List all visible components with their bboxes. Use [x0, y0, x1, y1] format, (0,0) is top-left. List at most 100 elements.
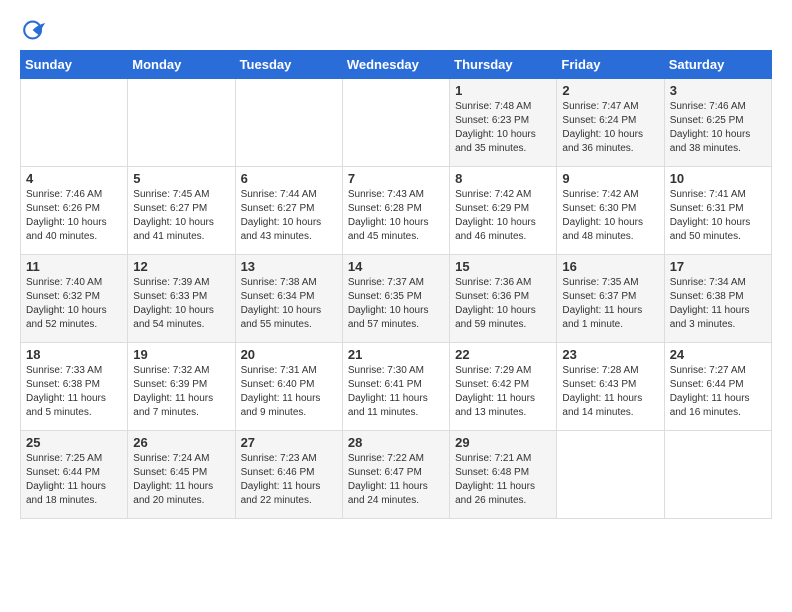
day-number: 12	[133, 259, 229, 274]
logo-icon	[20, 16, 48, 44]
day-number: 18	[26, 347, 122, 362]
week-row-3: 18 Sunrise: 7:33 AM Sunset: 6:38 PM Dayli…	[21, 343, 772, 431]
day-number: 6	[241, 171, 337, 186]
day-info: Sunrise: 7:31 AM Sunset: 6:40 PM Dayligh…	[241, 364, 337, 420]
header	[20, 16, 772, 44]
calendar-cell: 3Sunrise: 7:46 AM Sunset: 6:25 PM Daylig…	[664, 79, 771, 167]
day-number: 19	[133, 347, 229, 362]
day-number: 26	[133, 435, 229, 450]
calendar-cell: 28 Sunrise: 7:22 AM Sunset: 6:47 PM Dayli…	[342, 431, 449, 519]
day-number: 24	[670, 347, 766, 362]
calendar-cell: 16 Sunrise: 7:35 AM Sunset: 6:37 PM Dayli…	[557, 255, 664, 343]
calendar-cell: 10Sunrise: 7:41 AM Sunset: 6:31 PM Dayli…	[664, 167, 771, 255]
weekday-header-thursday: Thursday	[450, 51, 557, 79]
weekday-header-tuesday: Tuesday	[235, 51, 342, 79]
calendar-cell: 22 Sunrise: 7:29 AM Sunset: 6:42 PM Dayli…	[450, 343, 557, 431]
day-info: Sunrise: 7:24 AM Sunset: 6:45 PM Dayligh…	[133, 452, 229, 508]
day-info: Sunrise: 7:22 AM Sunset: 6:47 PM Dayligh…	[348, 452, 444, 508]
day-info: Sunrise: 7:41 AM Sunset: 6:31 PM Dayligh…	[670, 188, 766, 244]
calendar-cell	[21, 79, 128, 167]
day-number: 21	[348, 347, 444, 362]
day-info: Sunrise: 7:47 AM Sunset: 6:24 PM Dayligh…	[562, 100, 658, 156]
day-info: Sunrise: 7:29 AM Sunset: 6:42 PM Dayligh…	[455, 364, 551, 420]
day-number: 13	[241, 259, 337, 274]
calendar-cell	[342, 79, 449, 167]
calendar-cell: 25 Sunrise: 7:25 AM Sunset: 6:44 PM Dayli…	[21, 431, 128, 519]
day-info: Sunrise: 7:30 AM Sunset: 6:41 PM Dayligh…	[348, 364, 444, 420]
day-number: 29	[455, 435, 551, 450]
day-number: 16	[562, 259, 658, 274]
day-info: Sunrise: 7:45 AM Sunset: 6:27 PM Dayligh…	[133, 188, 229, 244]
day-number: 9	[562, 171, 658, 186]
weekday-header-sunday: Sunday	[21, 51, 128, 79]
day-info: Sunrise: 7:25 AM Sunset: 6:44 PM Dayligh…	[26, 452, 122, 508]
day-number: 23	[562, 347, 658, 362]
calendar-cell: 20 Sunrise: 7:31 AM Sunset: 6:40 PM Dayli…	[235, 343, 342, 431]
weekday-header-saturday: Saturday	[664, 51, 771, 79]
calendar-cell: 6 Sunrise: 7:44 AM Sunset: 6:27 PM Daylig…	[235, 167, 342, 255]
day-number: 28	[348, 435, 444, 450]
day-info: Sunrise: 7:36 AM Sunset: 6:36 PM Dayligh…	[455, 276, 551, 332]
day-number: 5	[133, 171, 229, 186]
calendar-cell: 13 Sunrise: 7:38 AM Sunset: 6:34 PM Dayli…	[235, 255, 342, 343]
day-info: Sunrise: 7:42 AM Sunset: 6:29 PM Dayligh…	[455, 188, 551, 244]
calendar-cell	[557, 431, 664, 519]
day-info: Sunrise: 7:37 AM Sunset: 6:35 PM Dayligh…	[348, 276, 444, 332]
day-number: 11	[26, 259, 122, 274]
day-number: 1	[455, 83, 551, 98]
day-number: 17	[670, 259, 766, 274]
day-info: Sunrise: 7:38 AM Sunset: 6:34 PM Dayligh…	[241, 276, 337, 332]
weekday-header-monday: Monday	[128, 51, 235, 79]
day-number: 4	[26, 171, 122, 186]
calendar-cell: 8 Sunrise: 7:42 AM Sunset: 6:29 PM Daylig…	[450, 167, 557, 255]
day-number: 25	[26, 435, 122, 450]
calendar-cell	[664, 431, 771, 519]
day-number: 8	[455, 171, 551, 186]
day-info: Sunrise: 7:32 AM Sunset: 6:39 PM Dayligh…	[133, 364, 229, 420]
day-info: Sunrise: 7:23 AM Sunset: 6:46 PM Dayligh…	[241, 452, 337, 508]
day-info: Sunrise: 7:46 AM Sunset: 6:26 PM Dayligh…	[26, 188, 122, 244]
calendar-cell	[128, 79, 235, 167]
calendar-cell: 11 Sunrise: 7:40 AM Sunset: 6:32 PM Dayli…	[21, 255, 128, 343]
day-info: Sunrise: 7:46 AM Sunset: 6:25 PM Dayligh…	[670, 100, 766, 156]
day-info: Sunrise: 7:42 AM Sunset: 6:30 PM Dayligh…	[562, 188, 658, 244]
weekday-header-row: SundayMondayTuesdayWednesdayThursdayFrid…	[21, 51, 772, 79]
calendar-cell: 29Sunrise: 7:21 AM Sunset: 6:48 PM Dayli…	[450, 431, 557, 519]
day-info: Sunrise: 7:27 AM Sunset: 6:44 PM Dayligh…	[670, 364, 766, 420]
calendar-cell: 5 Sunrise: 7:45 AM Sunset: 6:27 PM Daylig…	[128, 167, 235, 255]
day-number: 20	[241, 347, 337, 362]
calendar-table: SundayMondayTuesdayWednesdayThursdayFrid…	[20, 50, 772, 519]
week-row-0: 1 Sunrise: 7:48 AM Sunset: 6:23 PM Daylig…	[21, 79, 772, 167]
calendar-cell: 21 Sunrise: 7:30 AM Sunset: 6:41 PM Dayli…	[342, 343, 449, 431]
calendar-cell: 18 Sunrise: 7:33 AM Sunset: 6:38 PM Dayli…	[21, 343, 128, 431]
weekday-header-wednesday: Wednesday	[342, 51, 449, 79]
day-number: 14	[348, 259, 444, 274]
calendar-cell: 19 Sunrise: 7:32 AM Sunset: 6:39 PM Dayli…	[128, 343, 235, 431]
calendar-cell: 12 Sunrise: 7:39 AM Sunset: 6:33 PM Dayli…	[128, 255, 235, 343]
day-info: Sunrise: 7:40 AM Sunset: 6:32 PM Dayligh…	[26, 276, 122, 332]
day-number: 22	[455, 347, 551, 362]
calendar-cell: 4 Sunrise: 7:46 AM Sunset: 6:26 PM Daylig…	[21, 167, 128, 255]
day-info: Sunrise: 7:48 AM Sunset: 6:23 PM Dayligh…	[455, 100, 551, 156]
week-row-4: 25 Sunrise: 7:25 AM Sunset: 6:44 PM Dayli…	[21, 431, 772, 519]
calendar-cell: 15 Sunrise: 7:36 AM Sunset: 6:36 PM Dayli…	[450, 255, 557, 343]
day-info: Sunrise: 7:33 AM Sunset: 6:38 PM Dayligh…	[26, 364, 122, 420]
day-info: Sunrise: 7:35 AM Sunset: 6:37 PM Dayligh…	[562, 276, 658, 332]
day-number: 2	[562, 83, 658, 98]
calendar-cell: 17Sunrise: 7:34 AM Sunset: 6:38 PM Dayli…	[664, 255, 771, 343]
day-info: Sunrise: 7:43 AM Sunset: 6:28 PM Dayligh…	[348, 188, 444, 244]
calendar-cell: 2 Sunrise: 7:47 AM Sunset: 6:24 PM Daylig…	[557, 79, 664, 167]
day-info: Sunrise: 7:39 AM Sunset: 6:33 PM Dayligh…	[133, 276, 229, 332]
weekday-header-friday: Friday	[557, 51, 664, 79]
day-info: Sunrise: 7:44 AM Sunset: 6:27 PM Dayligh…	[241, 188, 337, 244]
day-number: 7	[348, 171, 444, 186]
week-row-2: 11 Sunrise: 7:40 AM Sunset: 6:32 PM Dayli…	[21, 255, 772, 343]
week-row-1: 4 Sunrise: 7:46 AM Sunset: 6:26 PM Daylig…	[21, 167, 772, 255]
calendar-cell: 27Sunrise: 7:23 AM Sunset: 6:46 PM Dayli…	[235, 431, 342, 519]
day-number: 15	[455, 259, 551, 274]
calendar-cell	[235, 79, 342, 167]
calendar-cell: 23Sunrise: 7:28 AM Sunset: 6:43 PM Dayli…	[557, 343, 664, 431]
calendar-cell: 1 Sunrise: 7:48 AM Sunset: 6:23 PM Daylig…	[450, 79, 557, 167]
calendar-cell: 24 Sunrise: 7:27 AM Sunset: 6:44 PM Dayli…	[664, 343, 771, 431]
calendar-cell: 26 Sunrise: 7:24 AM Sunset: 6:45 PM Dayli…	[128, 431, 235, 519]
